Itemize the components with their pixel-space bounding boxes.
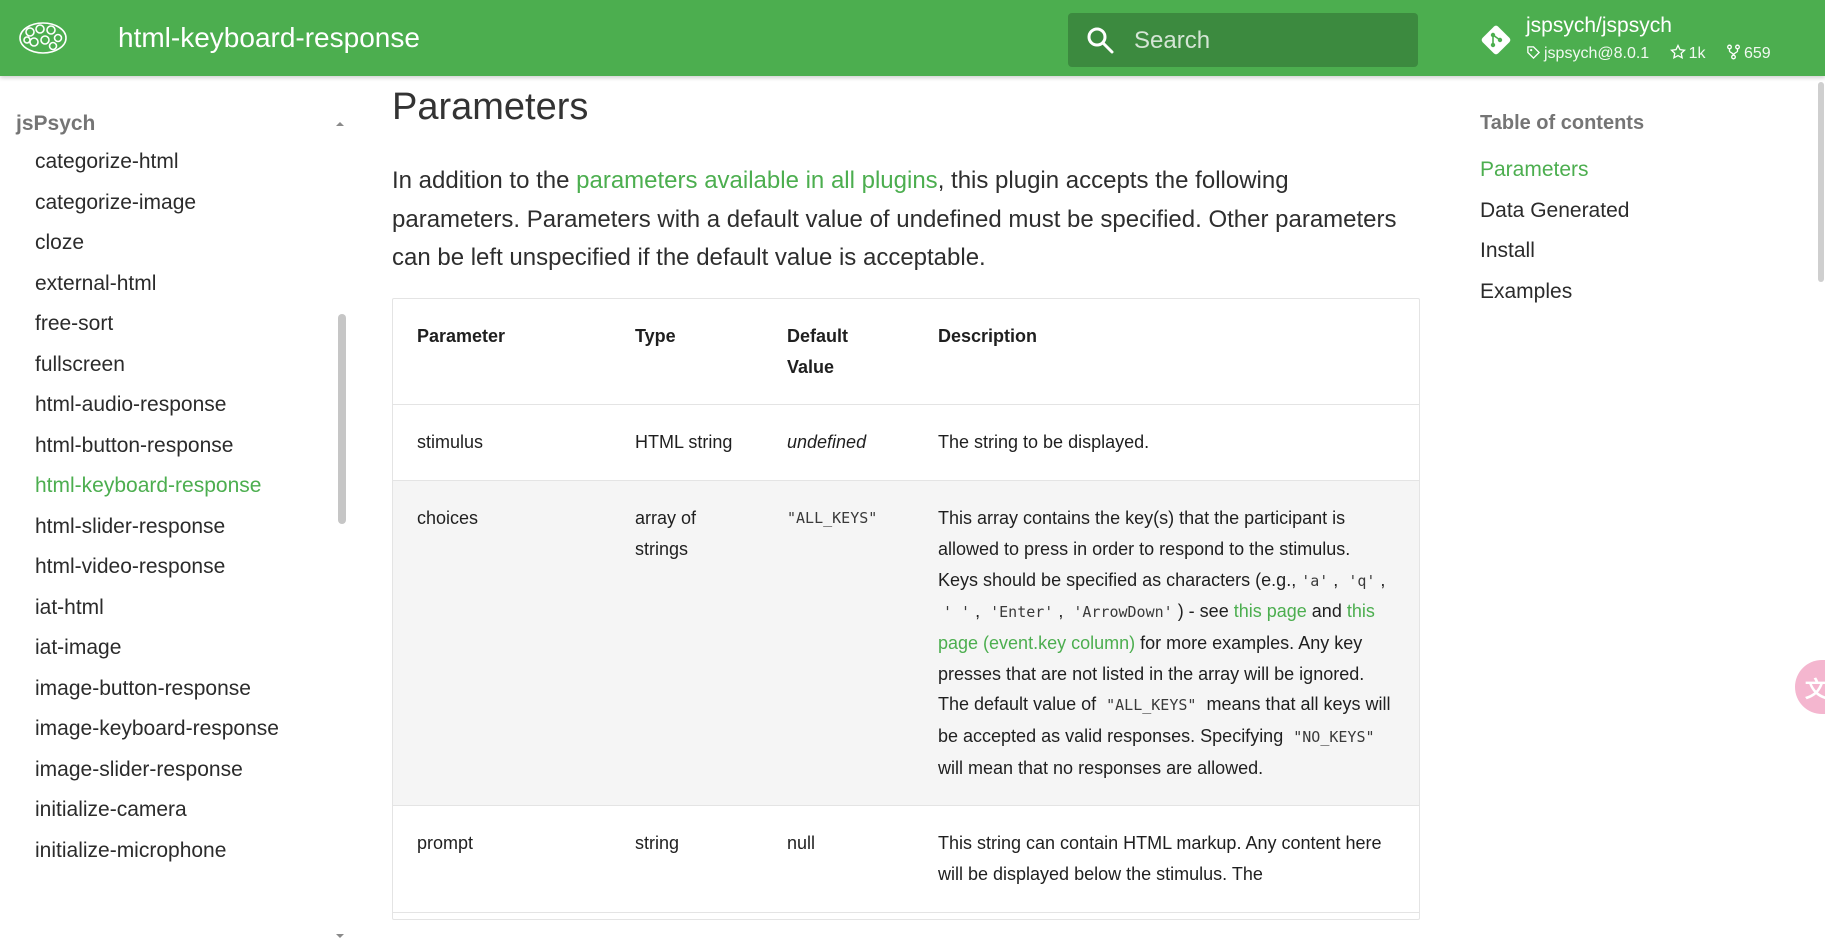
sidebar-list: categorize-html categorize-image cloze exte… (35, 142, 279, 871)
parameters-table-wrapper[interactable]: Parameter Type Default Value Description… (392, 298, 1420, 920)
site-title: html-keyboard-response (118, 22, 420, 53)
code-key-enter: 'Enter' (990, 603, 1054, 622)
cell-parameter: stimulus (417, 432, 484, 453)
repo-name: jspsych/jspsych (1526, 14, 1672, 37)
toc-item-examples[interactable]: Examples (1480, 272, 1629, 313)
star-icon (1669, 43, 1686, 60)
sidebar-item-html-video-response[interactable]: html-video-response (35, 547, 279, 588)
main-content: Parameters In addition to the parameters… (392, 76, 1422, 920)
toc-list: Parameters Data Generated Install Examples (1480, 150, 1629, 312)
cell-description: This array contains the key(s) that the … (938, 508, 1391, 778)
sidebar-item-image-button-response[interactable]: image-button-response (35, 669, 279, 710)
repo-stars: 1k (1669, 43, 1706, 63)
code-key-arrowdown: 'ArrowDown' (1073, 603, 1173, 622)
repo-version: jspsych@8.0.1 (1526, 45, 1649, 63)
header-type: Type (635, 326, 676, 346)
repo-facts: jspsych@8.0.1 1k 659 (1526, 43, 1787, 63)
repo-stars-text: 1k (1688, 45, 1706, 62)
sidebar-item-initialize-microphone[interactable]: initialize-microphone (35, 831, 279, 872)
cell-description: This string can contain HTML markup. Any… (938, 833, 1382, 885)
cell-default: null (787, 833, 816, 854)
page-scrollbar-thumb[interactable] (1818, 82, 1824, 282)
code-key-a: 'a' (1301, 571, 1329, 590)
cell-default: "ALL_KEYS" (787, 509, 878, 528)
cell-parameter: choices (417, 508, 479, 529)
desc-text: ) - see (1177, 601, 1229, 622)
sidebar-item-categorize-html[interactable]: categorize-html (35, 142, 279, 183)
sidebar-item-image-slider-response[interactable]: image-slider-response (35, 750, 279, 791)
table-row-choices: choices array of strings "ALL_KEYS" This… (393, 480, 1419, 806)
tag-icon (1527, 46, 1541, 60)
sidebar-item-external-html[interactable]: external-html (35, 264, 279, 305)
header-parameter: Parameter (417, 326, 506, 346)
all-plugins-parameters-link[interactable]: parameters available in all plugins (576, 167, 938, 194)
sidebar-item-fullscreen[interactable]: fullscreen (35, 345, 279, 386)
top-header: html-keyboard-response jspsych/jspsych j… (0, 0, 1825, 76)
desc-text: will mean that no responses are allowed. (938, 757, 1264, 778)
translate-icon: 文A (1805, 678, 1825, 703)
sidebar-item-html-button-response[interactable]: html-button-response (35, 426, 279, 467)
desc-text: and (1311, 601, 1342, 622)
sidebar-scrollbar[interactable] (338, 314, 346, 524)
fork-icon (1727, 44, 1740, 60)
code-no-keys: "NO_KEYS" (1293, 728, 1375, 747)
code-key-space: ' ' (943, 603, 971, 622)
cell-type: string (635, 833, 680, 854)
cell-description: The string to be displayed. (938, 432, 1150, 453)
cell-type: HTML string (635, 432, 733, 453)
repo-version-text: jspsych@8.0.1 (1544, 45, 1650, 62)
chevron-up-icon[interactable] (332, 116, 348, 132)
chevron-down-icon[interactable] (332, 928, 348, 944)
intro-paragraph: In addition to the parameters available … (392, 162, 1422, 278)
this-page-link[interactable]: this page (1234, 601, 1307, 621)
repo-forks-text: 659 (1744, 45, 1771, 62)
sidebar-item-iat-html[interactable]: iat-html (35, 588, 279, 629)
toc-heading: Table of contents (1480, 112, 1645, 134)
sidebar-nav: jsPsych categorize-html categorize-image c… (0, 76, 352, 938)
sidebar-item-image-keyboard-response[interactable]: image-keyboard-response (35, 709, 279, 750)
toc-item-data-generated[interactable]: Data Generated (1480, 191, 1629, 232)
cell-parameter: prompt (417, 833, 474, 854)
desc-text: This array contains the key(s) that the … (938, 508, 1351, 590)
sidebar-item-cloze[interactable]: cloze (35, 223, 279, 264)
parameters-table: Parameter Type Default Value Description… (393, 299, 1419, 913)
table-row-stimulus: stimulus HTML string undefined The strin… (393, 405, 1419, 481)
table-header-row: Parameter Type Default Value Description (393, 299, 1419, 405)
code-all-keys: "ALL_KEYS" (1106, 696, 1197, 715)
translate-button[interactable]: 文A (1795, 660, 1825, 714)
intro-text-start: In addition to the (392, 167, 577, 194)
cell-default: undefined (787, 432, 867, 453)
sidebar-item-iat-image[interactable]: iat-image (35, 628, 279, 669)
toc-item-install[interactable]: Install (1480, 231, 1629, 272)
page-title: Parameters (392, 86, 589, 128)
jspsych-logo[interactable] (18, 20, 68, 56)
search-input[interactable] (1132, 23, 1406, 59)
table-row-prompt: prompt string null This string can conta… (393, 806, 1419, 913)
cell-type: array of strings (635, 508, 697, 559)
sidebar-item-html-audio-response[interactable]: html-audio-response (35, 385, 279, 426)
header-default-value: Default Value (787, 326, 849, 377)
toc-item-parameters[interactable]: Parameters (1480, 150, 1629, 191)
sidebar-heading[interactable]: jsPsych (16, 112, 95, 136)
git-icon (1481, 25, 1511, 55)
sidebar-item-html-slider-response[interactable]: html-slider-response (35, 507, 279, 548)
search-icon (1087, 27, 1114, 54)
repo-forks: 659 (1726, 44, 1771, 63)
sidebar-item-free-sort[interactable]: free-sort (35, 304, 279, 345)
sidebar-item-initialize-camera[interactable]: initialize-camera (35, 790, 279, 831)
header-description: Description (938, 326, 1038, 346)
search-box[interactable] (1068, 13, 1418, 67)
code-key-q: 'q' (1348, 571, 1376, 590)
sidebar-item-categorize-image[interactable]: categorize-image (35, 183, 279, 224)
sidebar-item-html-keyboard-response[interactable]: html-keyboard-response (35, 466, 279, 507)
